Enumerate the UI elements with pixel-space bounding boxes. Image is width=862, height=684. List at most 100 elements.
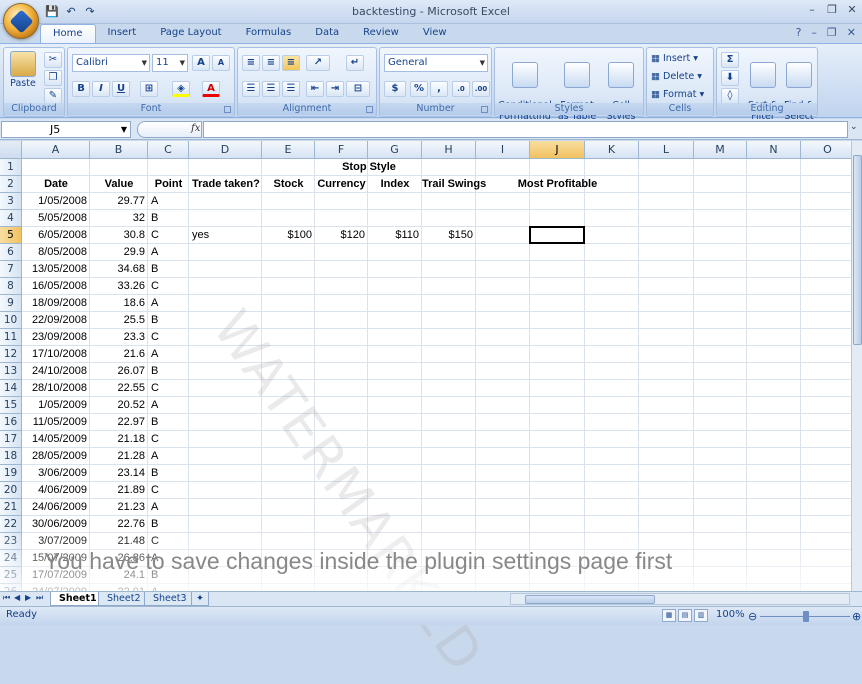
expand-formula-icon[interactable]: ⌄ xyxy=(850,122,860,136)
cell-point[interactable]: A xyxy=(148,193,189,210)
cell-date[interactable]: 24/06/2009 xyxy=(22,499,90,516)
cell-value[interactable]: 32 xyxy=(90,210,148,227)
horizontal-scroll-thumb[interactable] xyxy=(525,595,655,604)
cell-point[interactable]: B xyxy=(148,465,189,482)
italic-button[interactable]: I xyxy=(92,81,110,97)
column-header-o[interactable]: O xyxy=(801,141,851,159)
column-header-f[interactable]: F xyxy=(315,141,368,159)
row-header-16[interactable]: 16 xyxy=(0,414,22,431)
font-color-icon[interactable]: A xyxy=(202,81,220,97)
cell-date[interactable]: 24/10/2008 xyxy=(22,363,90,380)
column-header-g[interactable]: G xyxy=(368,141,422,159)
tab-review[interactable]: Review xyxy=(351,24,411,44)
zoom-out-icon[interactable]: ⊖ xyxy=(748,610,757,623)
format-cells-button[interactable]: ▦ Format ▾ xyxy=(651,89,711,100)
row-header-15[interactable]: 15 xyxy=(0,397,22,414)
cell-date[interactable]: 4/06/2009 xyxy=(22,482,90,499)
header-most-profitable[interactable]: Most Profitable xyxy=(500,176,615,193)
select-all-button[interactable] xyxy=(0,141,22,159)
fill-icon[interactable]: ⬇ xyxy=(721,70,739,86)
header-trail-swings[interactable]: Trail Swings xyxy=(422,176,486,193)
cell-point[interactable]: A xyxy=(148,499,189,516)
cell-date[interactable]: 23/09/2008 xyxy=(22,329,90,346)
header-trade-taken[interactable]: Trade taken? xyxy=(189,176,262,193)
help-icon[interactable]: ? xyxy=(796,26,802,39)
zoom-level[interactable]: 100% xyxy=(716,609,745,620)
cell-value[interactable]: 29.9 xyxy=(90,244,148,261)
cell-date[interactable]: 5/05/2008 xyxy=(22,210,90,227)
active-cell[interactable] xyxy=(529,226,585,244)
next-sheet-icon[interactable]: ▶ xyxy=(25,593,31,602)
cell-date[interactable]: 22/09/2008 xyxy=(22,312,90,329)
vertical-scroll-thumb[interactable] xyxy=(853,155,862,345)
cut-icon[interactable]: ✂ xyxy=(44,52,62,68)
tab-formulas[interactable]: Formulas xyxy=(234,24,304,44)
cell-point[interactable]: C xyxy=(148,482,189,499)
horizontal-scrollbar[interactable] xyxy=(510,593,850,605)
format-painter-icon[interactable]: ✎ xyxy=(44,88,62,104)
cell-date[interactable]: 3/06/2009 xyxy=(22,465,90,482)
cell-point[interactable]: A xyxy=(148,346,189,363)
percent-button[interactable]: % xyxy=(410,81,428,97)
tab-page-layout[interactable]: Page Layout xyxy=(148,24,233,44)
column-header-i[interactable]: I xyxy=(476,141,530,159)
shrink-font-button[interactable]: A xyxy=(212,55,230,71)
decrease-decimal-icon[interactable]: .00 xyxy=(472,81,490,97)
tab-data[interactable]: Data xyxy=(303,24,351,44)
cell-date[interactable]: 28/05/2009 xyxy=(22,448,90,465)
cell-date[interactable]: 6/05/2008 xyxy=(22,227,90,244)
cell-value[interactable]: 21.28 xyxy=(90,448,148,465)
row-header-18[interactable]: 18 xyxy=(0,448,22,465)
restore-icon[interactable]: ❐ xyxy=(827,26,837,39)
page-layout-view-icon[interactable]: ▤ xyxy=(678,609,692,622)
header-value[interactable]: Value xyxy=(90,176,148,193)
autosum-icon[interactable]: Σ xyxy=(721,52,739,68)
cell-point[interactable]: C xyxy=(148,431,189,448)
row-header-5[interactable]: 5 xyxy=(0,227,22,244)
column-header-j[interactable]: J xyxy=(530,141,585,159)
column-header-e[interactable]: E xyxy=(262,141,315,159)
minimize-icon[interactable]: – xyxy=(811,26,817,39)
row-header-2[interactable]: 2 xyxy=(0,176,22,193)
tab-insert[interactable]: Insert xyxy=(96,24,149,44)
last-sheet-icon[interactable]: ⏭ xyxy=(36,593,43,603)
tab-view[interactable]: View xyxy=(411,24,459,44)
decrease-indent-icon[interactable]: ⇤ xyxy=(306,81,324,97)
row-header-20[interactable]: 20 xyxy=(0,482,22,499)
header-stop-style[interactable]: Stop Style xyxy=(342,159,396,176)
font-name-select[interactable]: Calibri ▼ xyxy=(72,54,150,72)
cell-point[interactable]: C xyxy=(148,380,189,397)
insert-function-button[interactable]: fx xyxy=(191,123,200,134)
office-button[interactable] xyxy=(3,3,39,39)
row-header-9[interactable]: 9 xyxy=(0,295,22,312)
worksheet-grid[interactable]: A B C D E F G H I J K L M N O 1 2 3 4 5 6 7 8 9 10 11 12 13 14 15 16 17… xyxy=(0,141,851,591)
tab-home[interactable]: Home xyxy=(40,24,96,44)
clear-icon[interactable]: ◊ xyxy=(721,88,739,104)
merge-center-icon[interactable]: ⊟ xyxy=(346,81,370,97)
cell-value[interactable]: 29.77 xyxy=(90,193,148,210)
cell-date[interactable]: 14/05/2009 xyxy=(22,431,90,448)
cell-currency[interactable]: $120 xyxy=(315,227,368,244)
formula-input[interactable] xyxy=(203,121,848,138)
column-header-a[interactable]: A xyxy=(22,141,90,159)
dialog-launcher-icon[interactable] xyxy=(224,106,231,113)
header-point[interactable]: Point xyxy=(148,176,189,193)
increase-indent-icon[interactable]: ⇥ xyxy=(326,81,344,97)
borders-icon[interactable]: ⊞ xyxy=(140,81,158,97)
first-sheet-icon[interactable]: ⏮ xyxy=(3,593,10,603)
restore-icon[interactable]: ❐ xyxy=(826,3,838,17)
close-icon[interactable]: ✕ xyxy=(847,26,856,39)
cell-value[interactable]: 20.52 xyxy=(90,397,148,414)
cell-point[interactable]: B xyxy=(148,210,189,227)
cell-value[interactable]: 23.14 xyxy=(90,465,148,482)
cell-value[interactable]: 30.8 xyxy=(90,227,148,244)
header-date[interactable]: Date xyxy=(22,176,90,193)
cell-point[interactable]: B xyxy=(148,363,189,380)
row-header-19[interactable]: 19 xyxy=(0,465,22,482)
column-header-h[interactable]: H xyxy=(422,141,476,159)
vertical-scrollbar[interactable] xyxy=(851,141,862,591)
align-bottom-icon[interactable]: ≡ xyxy=(282,55,300,71)
fill-color-icon[interactable]: ◈ xyxy=(172,81,190,97)
cell-value[interactable]: 23.3 xyxy=(90,329,148,346)
cell-point[interactable]: A xyxy=(148,244,189,261)
